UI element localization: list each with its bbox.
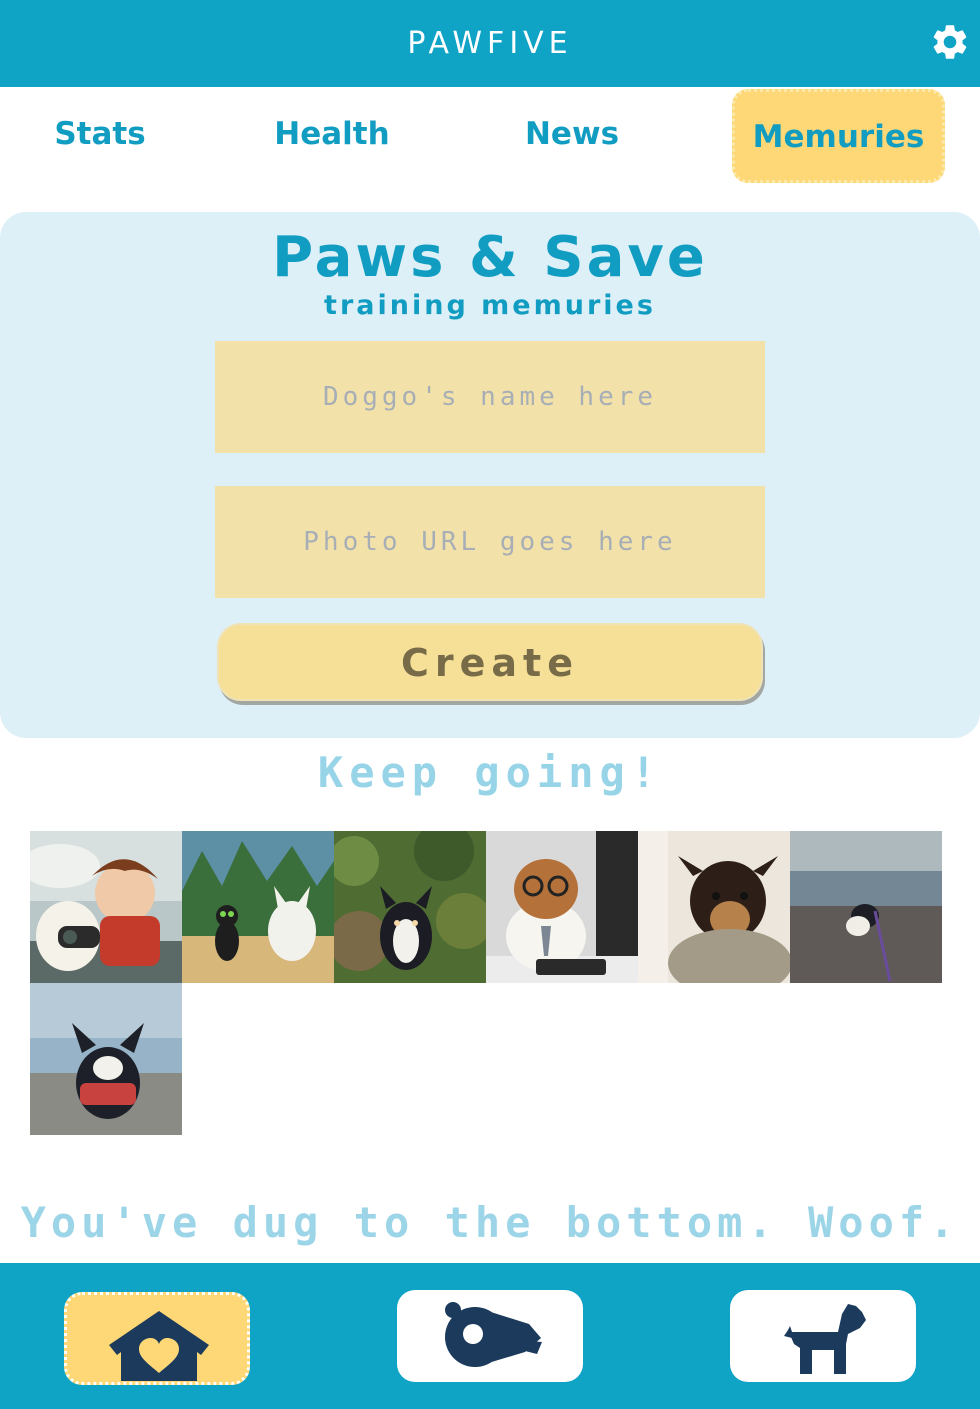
tab-news[interactable]: News [472, 92, 672, 180]
gallery-photo[interactable] [486, 831, 638, 983]
end-of-list-message: You've dug to the bottom. Woof. [20, 1198, 960, 1247]
nav-home-button[interactable] [64, 1292, 250, 1385]
photo-url-input[interactable] [215, 486, 765, 598]
whistle-icon [445, 1302, 542, 1367]
app-title: PAWFIVE [407, 26, 573, 61]
tab-stats[interactable]: Stats [0, 92, 200, 180]
gallery-photo[interactable] [790, 831, 942, 983]
gallery-photo[interactable] [638, 831, 790, 983]
tab-health[interactable]: Health [232, 92, 432, 180]
gallery-heading: Keep going! [317, 748, 663, 797]
form-title: Paws & Save [272, 225, 708, 290]
nav-training-button[interactable] [397, 1290, 583, 1382]
home-heart-icon [109, 1311, 209, 1381]
create-button[interactable]: Create [217, 623, 763, 701]
gallery-photo[interactable] [182, 831, 334, 983]
nav-dog-button[interactable] [730, 1290, 916, 1382]
dog-icon [784, 1304, 866, 1374]
tab-memuries[interactable]: Memuries [732, 89, 945, 183]
settings-gear-icon[interactable] [929, 21, 971, 63]
form-subtitle: training memuries [324, 290, 656, 321]
gallery-photo[interactable] [30, 831, 182, 983]
gallery-photo[interactable] [30, 983, 182, 1135]
gallery-photo[interactable] [334, 831, 486, 983]
dog-name-input[interactable] [215, 341, 765, 453]
